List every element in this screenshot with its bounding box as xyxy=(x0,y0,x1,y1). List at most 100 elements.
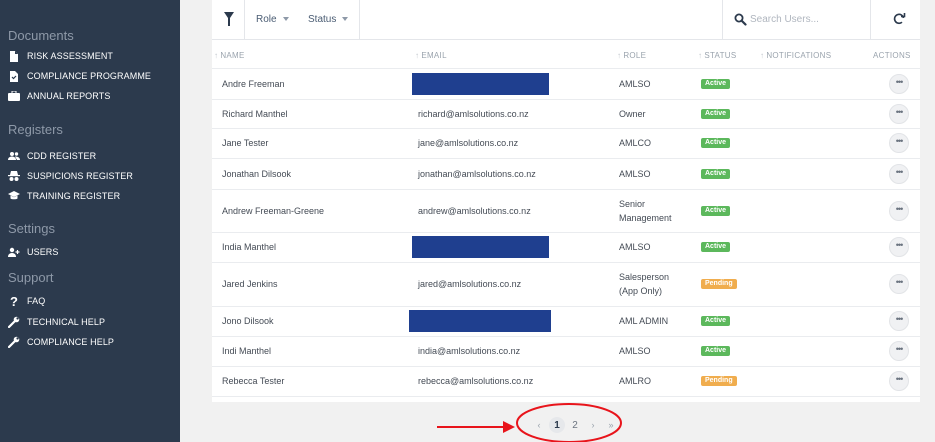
row-actions-button[interactable]: ••• xyxy=(889,311,909,331)
search-input[interactable] xyxy=(750,9,860,29)
column-header-status[interactable]: ↑ STATUS xyxy=(698,51,736,60)
sidebar-item-risk-assessment[interactable]: RISK ASSESSMENT xyxy=(8,48,113,64)
divider xyxy=(722,0,723,40)
user-email: jane@amlsolutions.co.nz xyxy=(418,138,519,148)
user-name: Andre Freeman xyxy=(222,78,285,89)
divider xyxy=(870,0,871,40)
more-icon: ••• xyxy=(895,240,904,250)
status-badge: Active xyxy=(701,316,731,326)
pagination-prev[interactable]: ‹ xyxy=(531,417,547,433)
more-icon: ••• xyxy=(895,203,904,214)
users-toolbar: Role Status xyxy=(212,0,920,40)
row-divider xyxy=(212,68,920,69)
column-header-email[interactable]: ↑ EMAIL xyxy=(415,51,447,60)
filter-icon[interactable] xyxy=(224,12,234,26)
user-role: Senior xyxy=(619,198,646,209)
user-name: Rebecca Tester xyxy=(222,376,285,386)
row-divider xyxy=(212,366,920,367)
row-divider xyxy=(212,189,920,190)
status-filter-dropdown[interactable]: Status xyxy=(308,14,349,25)
pagination-page-2[interactable]: 2 xyxy=(567,417,583,433)
user-role: AMLSO xyxy=(619,78,651,89)
question-icon: ? xyxy=(9,293,19,309)
user-name: Jonathan Dilsook xyxy=(222,168,292,179)
graduation-cap-icon xyxy=(8,190,20,202)
briefcase-icon xyxy=(8,90,20,102)
sidebar-item-label: USERS xyxy=(27,247,59,257)
sidebar-item-label: COMPLIANCE HELP xyxy=(27,337,115,347)
more-icon: ••• xyxy=(895,106,904,117)
redacted-email xyxy=(412,72,549,95)
sidebar-item-label: SUSPICIONS REGISTER xyxy=(27,171,133,181)
sidebar-item-users[interactable]: USERS xyxy=(8,244,59,260)
row-actions-button[interactable]: ••• xyxy=(889,163,909,184)
row-divider xyxy=(212,99,920,100)
sidebar-item-annual-reports[interactable]: ANNUAL REPORTS xyxy=(8,88,110,104)
row-actions-button[interactable]: ••• xyxy=(889,73,909,94)
status-badge: Active xyxy=(701,138,731,148)
more-icon: ••• xyxy=(895,374,904,384)
sidebar-item-technical-help[interactable]: TECHNICAL HELP xyxy=(8,314,105,330)
sidebar-item-label: RISK ASSESSMENT xyxy=(27,51,114,61)
sidebar-section-registers: Registers xyxy=(8,122,63,137)
user-email: rebecca@amlsolutions.co.nz xyxy=(418,376,534,386)
row-divider xyxy=(212,232,920,233)
status-badge: Active xyxy=(701,108,731,119)
column-header-name[interactable]: ↑ NAME xyxy=(214,51,245,60)
chevron-down-icon xyxy=(342,17,349,22)
user-email: andrew@amlsolutions.co.nz xyxy=(418,205,531,216)
wrench-icon xyxy=(8,316,20,328)
user-role: AMLCO xyxy=(619,138,652,148)
row-actions-button[interactable]: ••• xyxy=(889,103,909,124)
incognito-icon xyxy=(8,170,20,182)
divider xyxy=(244,0,245,40)
sidebar-item-label: ANNUAL REPORTS xyxy=(27,91,111,101)
sort-icon: ↑ xyxy=(415,51,420,60)
pagination: ‹ 1 2 › » xyxy=(531,416,621,434)
sidebar-item-cdd-register[interactable]: CDD REGISTER xyxy=(8,148,96,164)
role-filter-dropdown[interactable]: Role xyxy=(256,14,289,25)
sidebar-item-training-register[interactable]: TRAINING REGISTER xyxy=(8,188,120,204)
row-actions-button[interactable]: ••• xyxy=(889,371,909,391)
sidebar-item-faq[interactable]: ? FAQ xyxy=(8,293,45,309)
people-icon xyxy=(8,150,20,162)
row-actions-button[interactable]: ••• xyxy=(889,237,909,257)
document-icon xyxy=(8,50,20,62)
user-role: Management xyxy=(619,212,672,223)
sidebar-item-suspicions-register[interactable]: SUSPICIONS REGISTER xyxy=(8,168,133,184)
sidebar-item-label: FAQ xyxy=(27,296,46,306)
user-name: Indi Manthel xyxy=(222,346,272,356)
row-actions-button[interactable]: ••• xyxy=(889,274,909,294)
user-email: jonathan@amlsolutions.co.nz xyxy=(418,168,536,179)
row-divider xyxy=(212,336,920,337)
document-check-icon xyxy=(8,70,20,82)
row-actions-button[interactable]: ••• xyxy=(889,200,909,221)
status-badge: Pending xyxy=(701,376,737,386)
pagination-next[interactable]: › xyxy=(585,417,601,433)
pagination-page-1[interactable]: 1 xyxy=(549,417,565,433)
status-badge: Active xyxy=(701,168,731,179)
sidebar-item-compliance-help[interactable]: COMPLIANCE HELP xyxy=(8,334,114,350)
redacted-email xyxy=(412,236,549,258)
wrench-icon xyxy=(8,336,20,348)
column-header-actions: ACTIONS xyxy=(873,51,911,60)
pagination-last[interactable]: » xyxy=(603,417,619,433)
column-header-role[interactable]: ↑ ROLE xyxy=(617,51,646,60)
row-actions-button[interactable]: ••• xyxy=(889,133,909,153)
row-actions-button[interactable]: ••• xyxy=(889,341,909,361)
sidebar-item-compliance-programme[interactable]: COMPLIANCE PROGRAMME xyxy=(8,68,151,84)
row-divider xyxy=(212,128,920,129)
refresh-icon[interactable] xyxy=(892,12,906,26)
role-filter-label: Role xyxy=(256,14,277,25)
status-badge: Active xyxy=(701,205,731,216)
chevron-down-icon xyxy=(282,17,289,22)
row-divider xyxy=(212,306,920,307)
user-role: AMLSO xyxy=(619,168,651,179)
search-icon xyxy=(734,13,747,26)
user-role: (App Only) xyxy=(619,286,663,296)
annotation-arrowhead xyxy=(503,421,515,433)
column-header-notifications[interactable]: ↑ NOTIFICATIONS xyxy=(760,51,831,60)
more-icon: ••• xyxy=(895,277,904,287)
sort-icon: ↑ xyxy=(698,51,703,60)
user-name: Jane Tester xyxy=(222,138,269,148)
